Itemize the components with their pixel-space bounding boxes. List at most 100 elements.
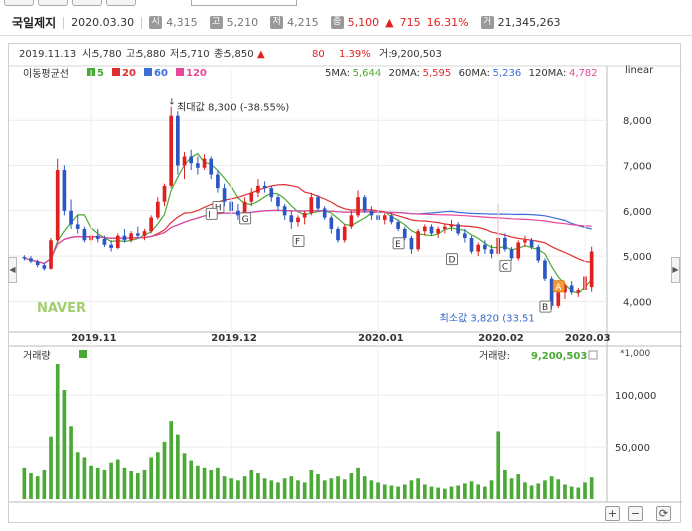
volume-bar	[289, 476, 294, 499]
candle-body	[322, 208, 327, 218]
candle-body	[29, 258, 33, 262]
volume-bar	[189, 460, 194, 499]
candle-body	[109, 244, 113, 248]
stock-summary: 국일제지 2020.03.30 시 4,315 고 5,210 저 4,215 …	[12, 14, 561, 31]
volume-bar	[409, 480, 414, 499]
candle-body	[342, 226, 347, 241]
volume-bar	[549, 476, 554, 499]
candle-body	[95, 235, 100, 239]
volume-bar	[436, 487, 440, 499]
volume-bar	[202, 467, 207, 499]
date-tick-label: 2020.02	[478, 333, 524, 344]
candle-body	[75, 224, 80, 229]
candle-body	[402, 228, 407, 238]
candle-body	[169, 115, 174, 186]
volume-bar	[42, 469, 47, 499]
ma-legend-swatch[interactable]	[144, 68, 152, 76]
candle-body	[483, 244, 487, 250]
date-axis: 2019.11 2019.12 2020.01 2020.02 2020.03	[71, 70, 611, 502]
candle-body	[409, 237, 414, 250]
volume-tick-label: 100,000	[615, 391, 656, 402]
zoom-in-button[interactable]: +	[605, 506, 620, 521]
scale-label[interactable]: linear	[625, 65, 654, 76]
candle-body	[349, 215, 354, 227]
price-chart[interactable]: 2019.11.13 시: 5,780 고: 5,880 저: 5,710 종:…	[9, 44, 682, 524]
ma-values: 5MA: 5,644 20MA: 5,595 60MA: 5,236 120MA: 4,782	[325, 68, 598, 79]
volume-bar	[122, 467, 127, 499]
volume-bar	[169, 421, 174, 499]
volume-bar	[155, 452, 160, 499]
volume-bar	[496, 431, 501, 499]
volume-bar	[583, 482, 587, 499]
volume-bar	[543, 480, 547, 499]
zoom-out-button[interactable]: −	[628, 506, 643, 521]
candle-body	[249, 192, 254, 202]
pattern-marker-label: C	[502, 262, 508, 272]
volume-bar	[456, 485, 461, 499]
open-value: 4,315	[166, 16, 198, 29]
volume-bar	[429, 486, 434, 499]
candle-body	[142, 231, 147, 236]
volume-bar	[302, 482, 307, 499]
trade-date: 2020.03.30	[71, 16, 135, 29]
ma-legend-label: 120	[186, 68, 207, 79]
scroll-left-icon[interactable]: ◀	[8, 257, 17, 283]
candle-body	[362, 197, 367, 211]
candle-body	[282, 206, 287, 216]
volume-bar	[262, 478, 267, 499]
volume-bar	[376, 482, 380, 499]
volume-grid: 100,000 50,000	[9, 391, 656, 454]
candle-body	[155, 201, 160, 218]
tab-4[interactable]	[106, 0, 136, 6]
search-input[interactable]	[191, 0, 297, 6]
volume-bar	[336, 476, 340, 499]
open-badge: 시	[149, 16, 163, 29]
volume-bar	[322, 480, 327, 499]
volume-bar	[29, 473, 33, 499]
volume-bar	[563, 484, 567, 499]
volume-bar	[82, 457, 87, 499]
volume-bar	[396, 486, 400, 499]
ma-legend-title: 이동평균선	[23, 68, 69, 80]
ma-value: 5,644	[353, 68, 382, 79]
volume-bar	[369, 480, 374, 499]
candle-body	[289, 215, 294, 223]
volume-bar	[115, 459, 120, 499]
refresh-button[interactable]: ⟳	[656, 506, 671, 521]
ohlc-volume: 9,200,503	[391, 49, 442, 60]
candle-body	[463, 233, 467, 238]
tab-2[interactable]	[38, 0, 68, 6]
volume-bar	[442, 488, 447, 499]
scroll-right-icon[interactable]: ▶	[671, 257, 680, 283]
tab-3[interactable]	[72, 0, 102, 6]
volume-bar	[256, 473, 260, 499]
volume-bar	[516, 474, 521, 499]
candle-body	[202, 158, 207, 168]
candle-body	[503, 237, 507, 250]
price-tick-label: 7,000	[623, 162, 652, 173]
tab-1[interactable]	[4, 0, 34, 6]
candle-body	[396, 222, 400, 229]
ohlc-volume-label: 거:	[379, 48, 392, 60]
ma-legend-swatch[interactable]	[176, 68, 184, 76]
volume-bar	[309, 469, 314, 499]
candle-body	[429, 226, 434, 234]
high-badge: 고	[209, 16, 223, 29]
ma-legend-swatch[interactable]	[112, 68, 120, 76]
candle-body	[256, 185, 260, 193]
candles	[22, 106, 594, 310]
volume-bar	[356, 467, 360, 499]
ma-legend-label: 20	[122, 68, 136, 79]
candle-body	[102, 238, 107, 245]
volume-bar	[149, 457, 153, 499]
candle-body	[135, 233, 140, 236]
volume-bar	[95, 467, 100, 499]
volume-bar	[556, 479, 561, 499]
ma-legend[interactable]: 5 20 60 120	[87, 68, 207, 79]
volume-bar	[589, 477, 594, 499]
volume-bar	[276, 482, 280, 499]
naver-watermark: NAVER	[37, 301, 86, 316]
ma-legend-label: 60	[154, 68, 168, 79]
candle-body	[456, 224, 461, 234]
close-icon[interactable]	[588, 350, 598, 360]
